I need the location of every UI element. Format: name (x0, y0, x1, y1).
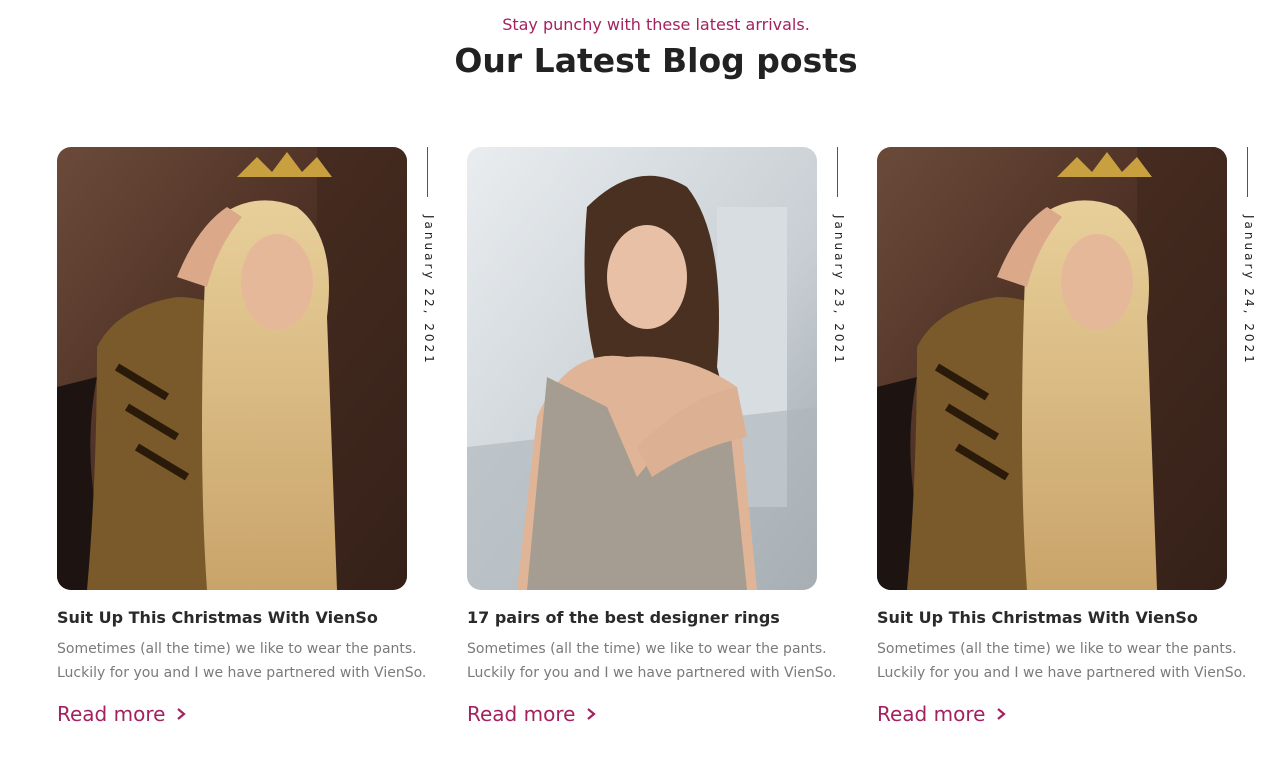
post-image[interactable] (467, 147, 817, 590)
woman-photo-illustration (467, 147, 817, 590)
post-image[interactable] (877, 147, 1227, 590)
section-subtitle: Stay punchy with these latest arrivals. (502, 15, 810, 34)
read-more-label: Read more (877, 702, 986, 726)
date-divider (837, 147, 838, 197)
queen-photo-illustration (877, 147, 1227, 590)
queen-photo-illustration (57, 147, 407, 590)
post-date: January 23, 2021 (832, 215, 846, 366)
post-image[interactable] (57, 147, 407, 590)
blog-card: January 22, 2021 Suit Up This Christmas … (57, 147, 457, 747)
chevron-right-icon (587, 708, 597, 720)
read-more-link[interactable]: Read more (57, 702, 187, 726)
date-divider (427, 147, 428, 197)
section-title: Our Latest Blog posts (454, 41, 858, 80)
post-excerpt: Sometimes (all the time) we like to wear… (877, 641, 1247, 681)
blog-card: January 23, 2021 17 pairs of the best de… (467, 147, 867, 747)
post-excerpt: Sometimes (all the time) we like to wear… (57, 641, 427, 681)
post-excerpt: Sometimes (all the time) we like to wear… (467, 641, 837, 681)
read-more-link[interactable]: Read more (877, 702, 1007, 726)
post-title[interactable]: Suit Up This Christmas With VienSo (877, 608, 1277, 627)
chevron-right-icon (997, 708, 1007, 720)
post-title[interactable]: 17 pairs of the best designer rings (467, 608, 867, 627)
post-date: January 22, 2021 (422, 215, 436, 366)
read-more-label: Read more (57, 702, 166, 726)
post-date: January 24, 2021 (1242, 215, 1256, 366)
blog-card: January 24, 2021 Suit Up This Christmas … (877, 147, 1277, 747)
blog-section: Stay punchy with these latest arrivals. … (0, 0, 1288, 758)
post-title[interactable]: Suit Up This Christmas With VienSo (57, 608, 457, 627)
read-more-label: Read more (467, 702, 576, 726)
read-more-link[interactable]: Read more (467, 702, 597, 726)
chevron-right-icon (177, 708, 187, 720)
date-divider (1247, 147, 1248, 197)
